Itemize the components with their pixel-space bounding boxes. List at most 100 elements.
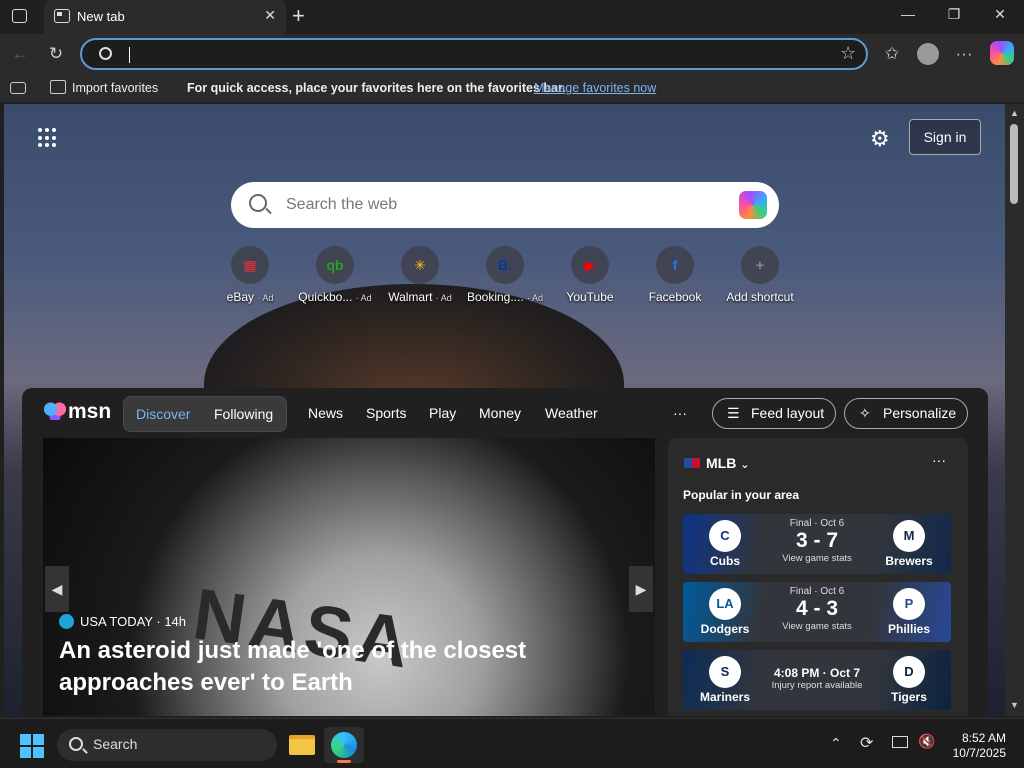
nav-more-icon[interactable]: ··· — [673, 405, 687, 421]
team-logo-icon: LA — [709, 588, 741, 620]
article-headline[interactable]: An asteroid just made 'one of the closes… — [59, 635, 649, 699]
reading-view-icon[interactable] — [10, 82, 26, 94]
shortcut-icon: ✳ — [401, 246, 439, 284]
favorites-icon[interactable]: ✩ — [880, 42, 904, 66]
back-icon[interactable]: ← — [8, 42, 32, 66]
feed-layout-button[interactable]: ☰ Feed layout — [712, 398, 836, 429]
address-input-caret — [129, 47, 130, 63]
tab-new-tab[interactable]: New tab ✕ — [44, 0, 286, 34]
copilot-search-icon[interactable] — [739, 191, 767, 219]
team-home: C Cubs — [683, 514, 767, 568]
shortcut-icon: ▦ — [231, 246, 269, 284]
shortcut-2[interactable]: ✳ Walmart · Ad — [380, 246, 460, 304]
close-window-icon[interactable]: ✕ — [990, 6, 1010, 23]
manage-favorites-link[interactable]: Manage favorites now — [534, 81, 656, 95]
shortcut-label: Booking.... · Ad — [466, 290, 544, 304]
favorites-bar: Import favorites For quick access, place… — [0, 74, 1024, 102]
game-stats-link[interactable]: View game stats — [767, 553, 867, 564]
scroll-up-icon[interactable]: ▲ — [1010, 108, 1019, 118]
league-selector[interactable]: MLB ⌄ — [684, 455, 749, 471]
shortcut-6[interactable]: + Add shortcut — [720, 246, 800, 304]
file-explorer-icon[interactable] — [282, 727, 322, 763]
settings-menu-icon[interactable]: ··· — [952, 42, 976, 66]
show-hidden-icons-chevron-icon[interactable]: ⌃ — [830, 735, 842, 752]
shortcut-icon: qb — [316, 246, 354, 284]
game-card[interactable]: LA Dodgers Final · Oct 64 - 3 View game sta… — [683, 582, 951, 642]
usa-today-logo-icon — [59, 614, 74, 629]
shortcut-icon: + — [741, 246, 779, 284]
address-bar[interactable]: ☆ — [80, 38, 868, 70]
refresh-icon[interactable]: ↻ — [44, 42, 68, 66]
volume-muted-icon[interactable]: 🔇 — [918, 733, 935, 750]
game-status: 4:08 PM · Oct 7 — [773, 666, 861, 680]
shortcut-label: Walmart · Ad — [388, 290, 452, 304]
hero-next-arrow-icon[interactable]: ▶ — [629, 566, 653, 612]
nav-weather[interactable]: Weather — [545, 405, 598, 421]
game-card[interactable]: C Cubs Final · Oct 63 - 7 View game stats M B… — [683, 514, 951, 574]
display-icon[interactable] — [892, 736, 908, 748]
team-logo-icon: M — [893, 520, 925, 552]
nav-sports[interactable]: Sports — [366, 405, 406, 421]
scroll-down-icon[interactable]: ▼ — [1010, 700, 1019, 710]
start-windows-icon[interactable] — [20, 734, 44, 758]
team-logo-icon: P — [893, 588, 925, 620]
chevron-down-icon: ⌄ — [740, 459, 750, 471]
nav-play[interactable]: Play — [429, 405, 456, 421]
close-tab-icon[interactable]: ✕ — [264, 7, 276, 24]
feed-tab-switch: Discover Following — [123, 396, 287, 432]
search-icon — [249, 194, 267, 212]
hero-prev-arrow-icon[interactable]: ◀ — [45, 566, 69, 612]
restore-icon[interactable]: ❐ — [944, 6, 964, 23]
taskbar: Search ⌃ ⟳ 🔇 8:52 AM 10/7/2025 — [0, 718, 1024, 768]
game-status: Final · Oct 6 — [789, 586, 845, 597]
game-stats-link[interactable]: View game stats — [767, 621, 867, 632]
game-score: 3 - 7 — [795, 529, 839, 552]
team-away: D Tigers — [867, 650, 951, 704]
app-launcher-icon[interactable] — [38, 128, 58, 148]
nav-money[interactable]: Money — [479, 405, 521, 421]
page-settings-gear-icon[interactable]: ⚙ — [870, 126, 890, 152]
game-score: 4 - 3 — [795, 597, 839, 620]
web-search-box[interactable] — [231, 182, 779, 228]
tab-actions-icon[interactable] — [12, 9, 27, 23]
shortcut-0[interactable]: ▦ eBay · Ad — [210, 246, 290, 304]
sports-more-icon[interactable]: ··· — [932, 452, 946, 468]
msn-logo[interactable]: msn — [44, 400, 111, 424]
nav-news[interactable]: News — [308, 405, 343, 421]
shortcut-5[interactable]: f Facebook — [635, 246, 715, 304]
sync-icon[interactable]: ⟳ — [860, 733, 873, 753]
team-name: Phillies — [887, 622, 931, 636]
clock-date: 10/7/2025 — [952, 746, 1006, 760]
personalize-button[interactable]: ✧ Personalize — [844, 398, 968, 429]
shortcut-4[interactable]: ▶ YouTube — [550, 246, 630, 304]
search-icon — [99, 47, 112, 60]
game-center: Final · Oct 63 - 7 View game stats — [767, 514, 867, 564]
game-card[interactable]: S Mariners 4:08 PM · Oct 7 Injury report av… — [683, 650, 951, 710]
injury-report-link[interactable]: Injury report available — [767, 680, 867, 691]
web-search-input[interactable] — [286, 194, 706, 216]
edge-taskbar-icon[interactable] — [324, 727, 364, 763]
scrollbar-thumb[interactable] — [1010, 124, 1018, 204]
tab-following[interactable]: Following — [214, 406, 273, 422]
team-away: M Brewers — [867, 514, 951, 568]
team-name: Brewers — [885, 554, 933, 568]
new-tab-icon[interactable]: + — [292, 3, 305, 29]
system-clock[interactable]: 8:52 AM 10/7/2025 — [940, 731, 1006, 761]
shortcut-1[interactable]: qb Quickbo... · Ad — [295, 246, 375, 304]
sign-in-button[interactable]: Sign in — [909, 119, 981, 155]
taskbar-search[interactable]: Search — [57, 729, 277, 761]
new-tab-page-icon — [54, 9, 70, 23]
page-scrollbar[interactable]: ▲ ▼ — [1005, 104, 1024, 716]
shortcut-icon: f — [656, 246, 694, 284]
team-away: P Phillies — [867, 582, 951, 636]
shortcut-3[interactable]: B. Booking.... · Ad — [465, 246, 545, 304]
import-favorites-button[interactable]: Import favorites — [72, 81, 158, 95]
hero-article-card[interactable]: NASA ◀ ▶ USA TODAY · 14h An asteroid jus… — [43, 438, 655, 716]
shortcut-label: YouTube — [566, 290, 614, 304]
profile-avatar-icon[interactable] — [916, 42, 940, 66]
copilot-icon[interactable] — [990, 41, 1014, 65]
msn-butterfly-icon — [44, 402, 66, 420]
tab-discover[interactable]: Discover — [136, 406, 190, 422]
favorite-star-icon[interactable]: ☆ — [840, 43, 856, 64]
minimize-icon[interactable]: — — [898, 6, 918, 22]
